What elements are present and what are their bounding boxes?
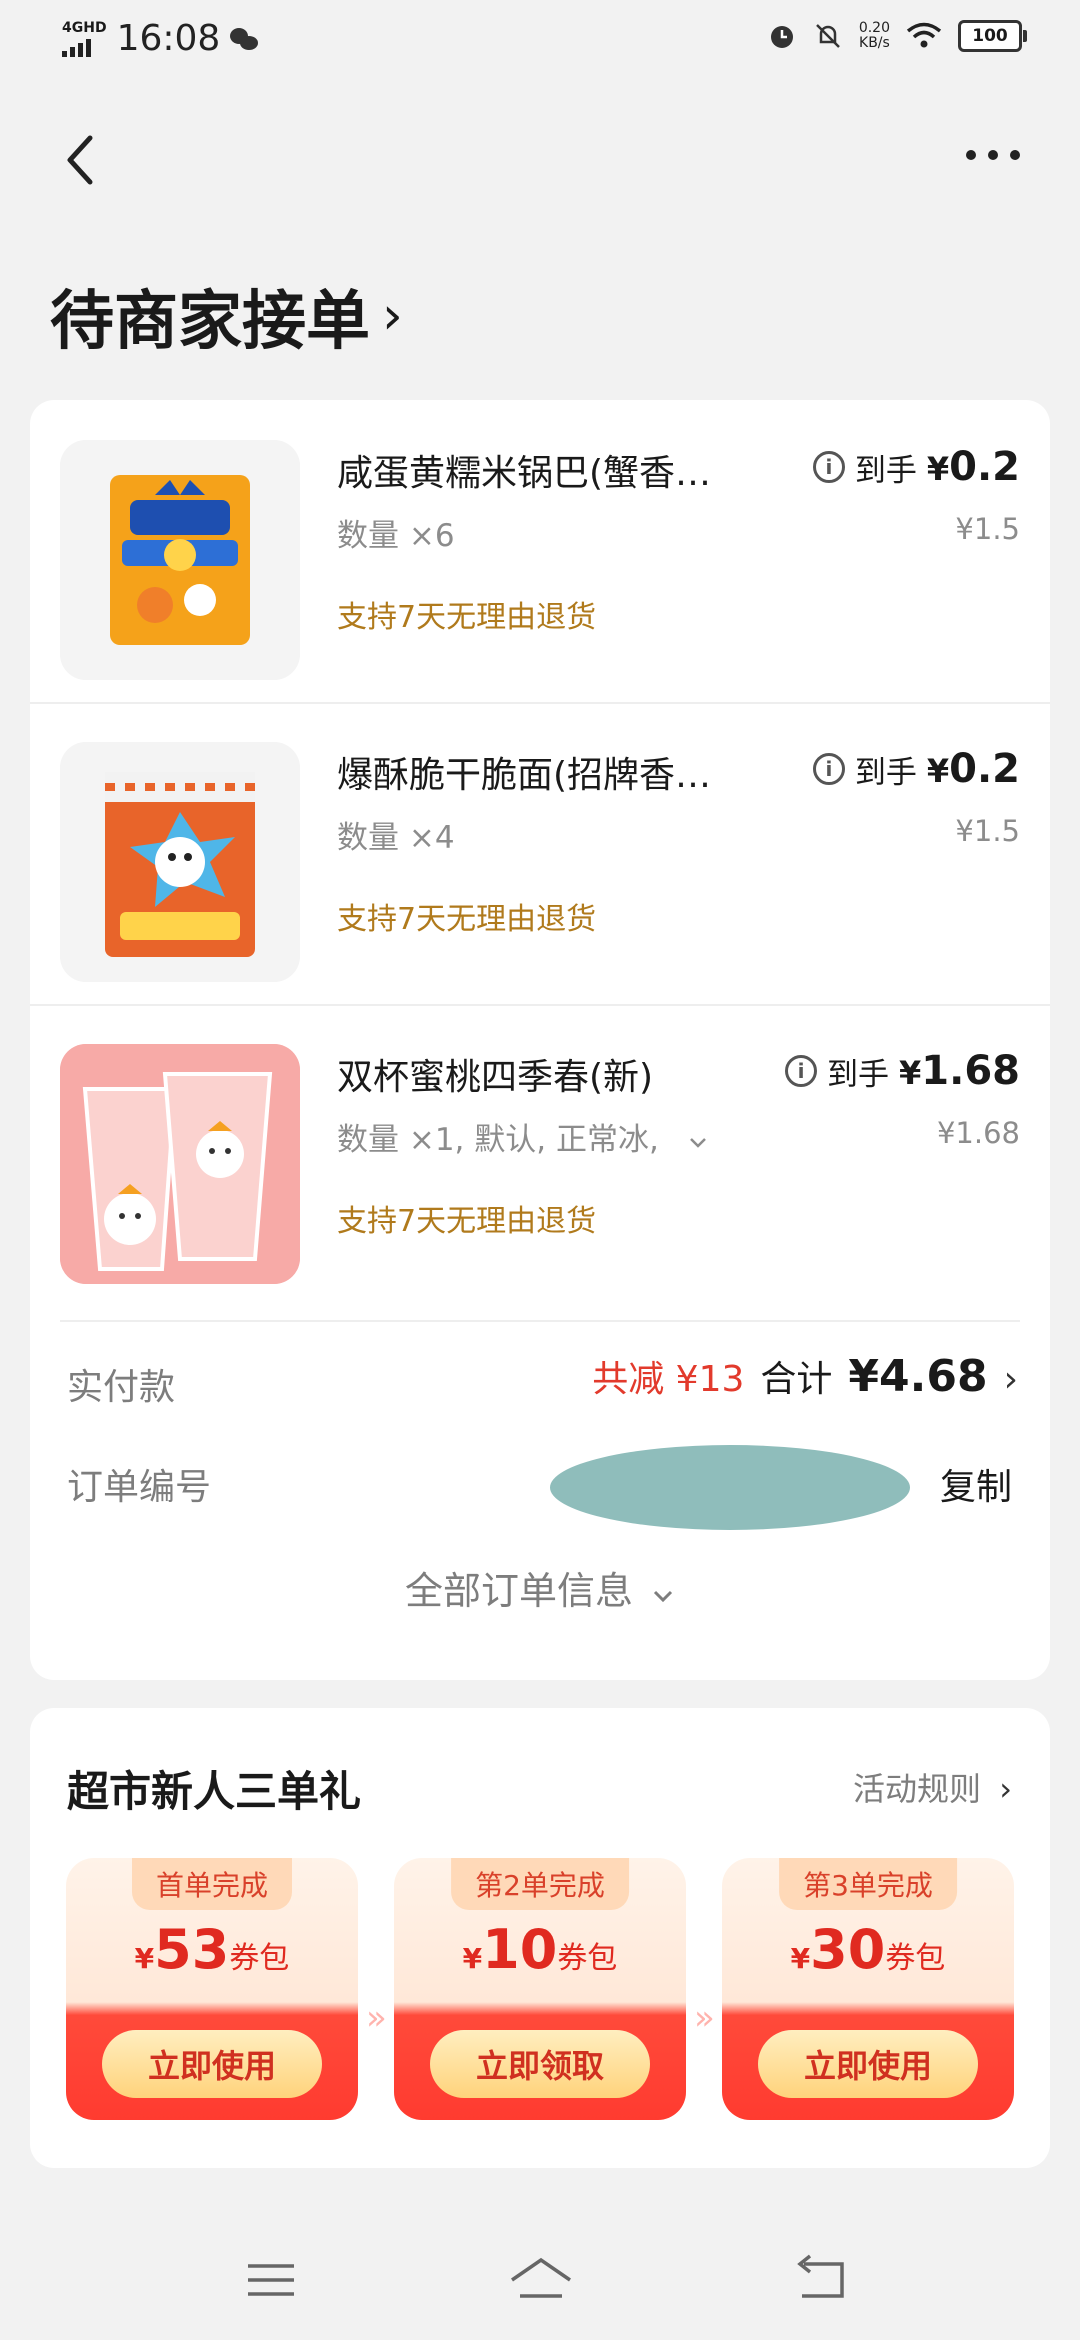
discount-amount: 共减 ¥13 <box>592 1359 745 1400</box>
alarm-icon <box>770 26 793 48</box>
info-icon[interactable]: i <box>812 451 845 483</box>
paid-label: 实付款 <box>67 1367 176 1408</box>
final-price: i 到手 ¥0.2 <box>812 444 1020 490</box>
product-quantity: 数量 ×4 <box>337 820 455 856</box>
coupon-amount: ¥10券包 <box>462 1918 618 1981</box>
menu-button[interactable] <box>236 2250 306 2310</box>
final-price: i 到手 ¥1.68 <box>785 1048 1020 1094</box>
menu-icon <box>248 2264 294 2296</box>
wifi-icon <box>906 22 942 48</box>
coupon-card[interactable]: 首单完成 ¥53券包 立即使用 <box>66 1858 358 2120</box>
page-title: 待商家接单 <box>50 285 370 359</box>
order-number-label: 订单编号 <box>67 1467 212 1508</box>
arrow-icon: » <box>694 1998 715 2038</box>
coupon-card[interactable]: 第2单完成 ¥10券包 立即领取 <box>394 1858 686 2120</box>
divider <box>60 1320 1020 1322</box>
copy-button[interactable]: 复制 <box>940 1458 1012 1510</box>
wechat-icon <box>230 26 260 52</box>
order-status-title[interactable]: 待商家接单 › <box>50 270 403 362</box>
home-icon <box>511 2257 571 2298</box>
info-icon[interactable]: i <box>785 1055 818 1087</box>
back-button[interactable] <box>60 130 100 190</box>
original-price: ¥1.5 <box>955 512 1020 546</box>
order-item[interactable]: 双杯蜜桃四季春(新) 数量 ×1, 默认, 正常冰, 支持7天无理由退货 i 到… <box>30 1004 1050 1306</box>
chevron-right-icon: › <box>1003 1359 1018 1400</box>
use-now-button[interactable]: 立即使用 <box>758 2030 978 2098</box>
coupon-amount: ¥30券包 <box>790 1918 946 1981</box>
product-image <box>60 742 300 982</box>
total-amount: ¥4.68 <box>848 1351 988 1402</box>
network-type: 4GHD <box>62 19 107 36</box>
status-bar: 4GHD 16:08 0.20 KB/s 100 <box>0 0 1080 80</box>
system-nav-bar <box>0 2220 1080 2340</box>
return-policy: 支持7天无理由退货 <box>337 902 597 937</box>
home-button[interactable] <box>506 2250 576 2310</box>
original-price: ¥1.68 <box>936 1116 1020 1150</box>
return-policy: 支持7天无理由退货 <box>337 1204 597 1239</box>
chevron-right-icon: › <box>382 286 403 346</box>
more-icon <box>966 150 976 160</box>
back-icon <box>67 135 93 185</box>
chevron-down-icon <box>653 1590 673 1603</box>
clock: 16:08 <box>116 18 221 59</box>
product-name: 咸蛋黄糯米锅巴(蟹香… <box>337 453 712 494</box>
rules-link[interactable]: 活动规则 › <box>853 1764 1012 1810</box>
chevron-down-icon <box>689 1138 706 1148</box>
mute-icon <box>815 24 840 48</box>
signal-icon <box>62 35 91 57</box>
chevron-right-icon: › <box>999 1770 1012 1808</box>
return-icon <box>797 2254 844 2298</box>
product-image <box>60 440 300 680</box>
claim-now-button[interactable]: 立即领取 <box>430 2030 650 2098</box>
promo-title: 超市新人三单礼 <box>67 1767 362 1816</box>
total-row[interactable]: 共减 ¥13 合计 ¥4.68 › <box>592 1350 1018 1402</box>
more-button[interactable] <box>966 150 1020 160</box>
product-quantity: 数量 ×6 <box>337 518 455 554</box>
use-now-button[interactable]: 立即使用 <box>102 2030 322 2098</box>
order-card: 咸蛋黄糯米锅巴(蟹香… 数量 ×6 支持7天无理由退货 i 到手 ¥0.2 ¥1… <box>30 400 1050 1680</box>
battery-icon: 100 <box>958 20 1027 52</box>
all-order-info-toggle[interactable]: 全部订单信息 <box>30 1560 1050 1615</box>
info-icon[interactable]: i <box>812 753 845 785</box>
back-nav-button[interactable] <box>786 2250 856 2310</box>
product-image <box>60 1044 300 1284</box>
redacted-order-number <box>550 1445 910 1530</box>
order-item[interactable]: 爆酥脆干脆面(招牌香… 数量 ×4 支持7天无理由退货 i 到手 ¥0.2 ¥1… <box>30 702 1050 1006</box>
network-speed: 0.20 KB/s <box>858 20 890 51</box>
arrow-icon: » <box>366 1998 387 2038</box>
original-price: ¥1.5 <box>955 814 1020 848</box>
product-quantity[interactable]: 数量 ×1, 默认, 正常冰, <box>337 1114 709 1159</box>
coupon-card[interactable]: 第3单完成 ¥30券包 立即使用 <box>722 1858 1014 2120</box>
final-price: i 到手 ¥0.2 <box>812 746 1020 792</box>
product-name: 爆酥脆干脆面(招牌香… <box>337 755 712 796</box>
promo-card: 超市新人三单礼 活动规则 › 首单完成 ¥53券包 立即使用 » 第2单完成 ¥… <box>30 1708 1050 2168</box>
coupon-amount: ¥53券包 <box>134 1918 290 1981</box>
return-policy: 支持7天无理由退货 <box>337 600 597 635</box>
product-name: 双杯蜜桃四季春(新) <box>337 1057 654 1098</box>
order-item[interactable]: 咸蛋黄糯米锅巴(蟹香… 数量 ×6 支持7天无理由退货 i 到手 ¥0.2 ¥1… <box>30 400 1050 704</box>
